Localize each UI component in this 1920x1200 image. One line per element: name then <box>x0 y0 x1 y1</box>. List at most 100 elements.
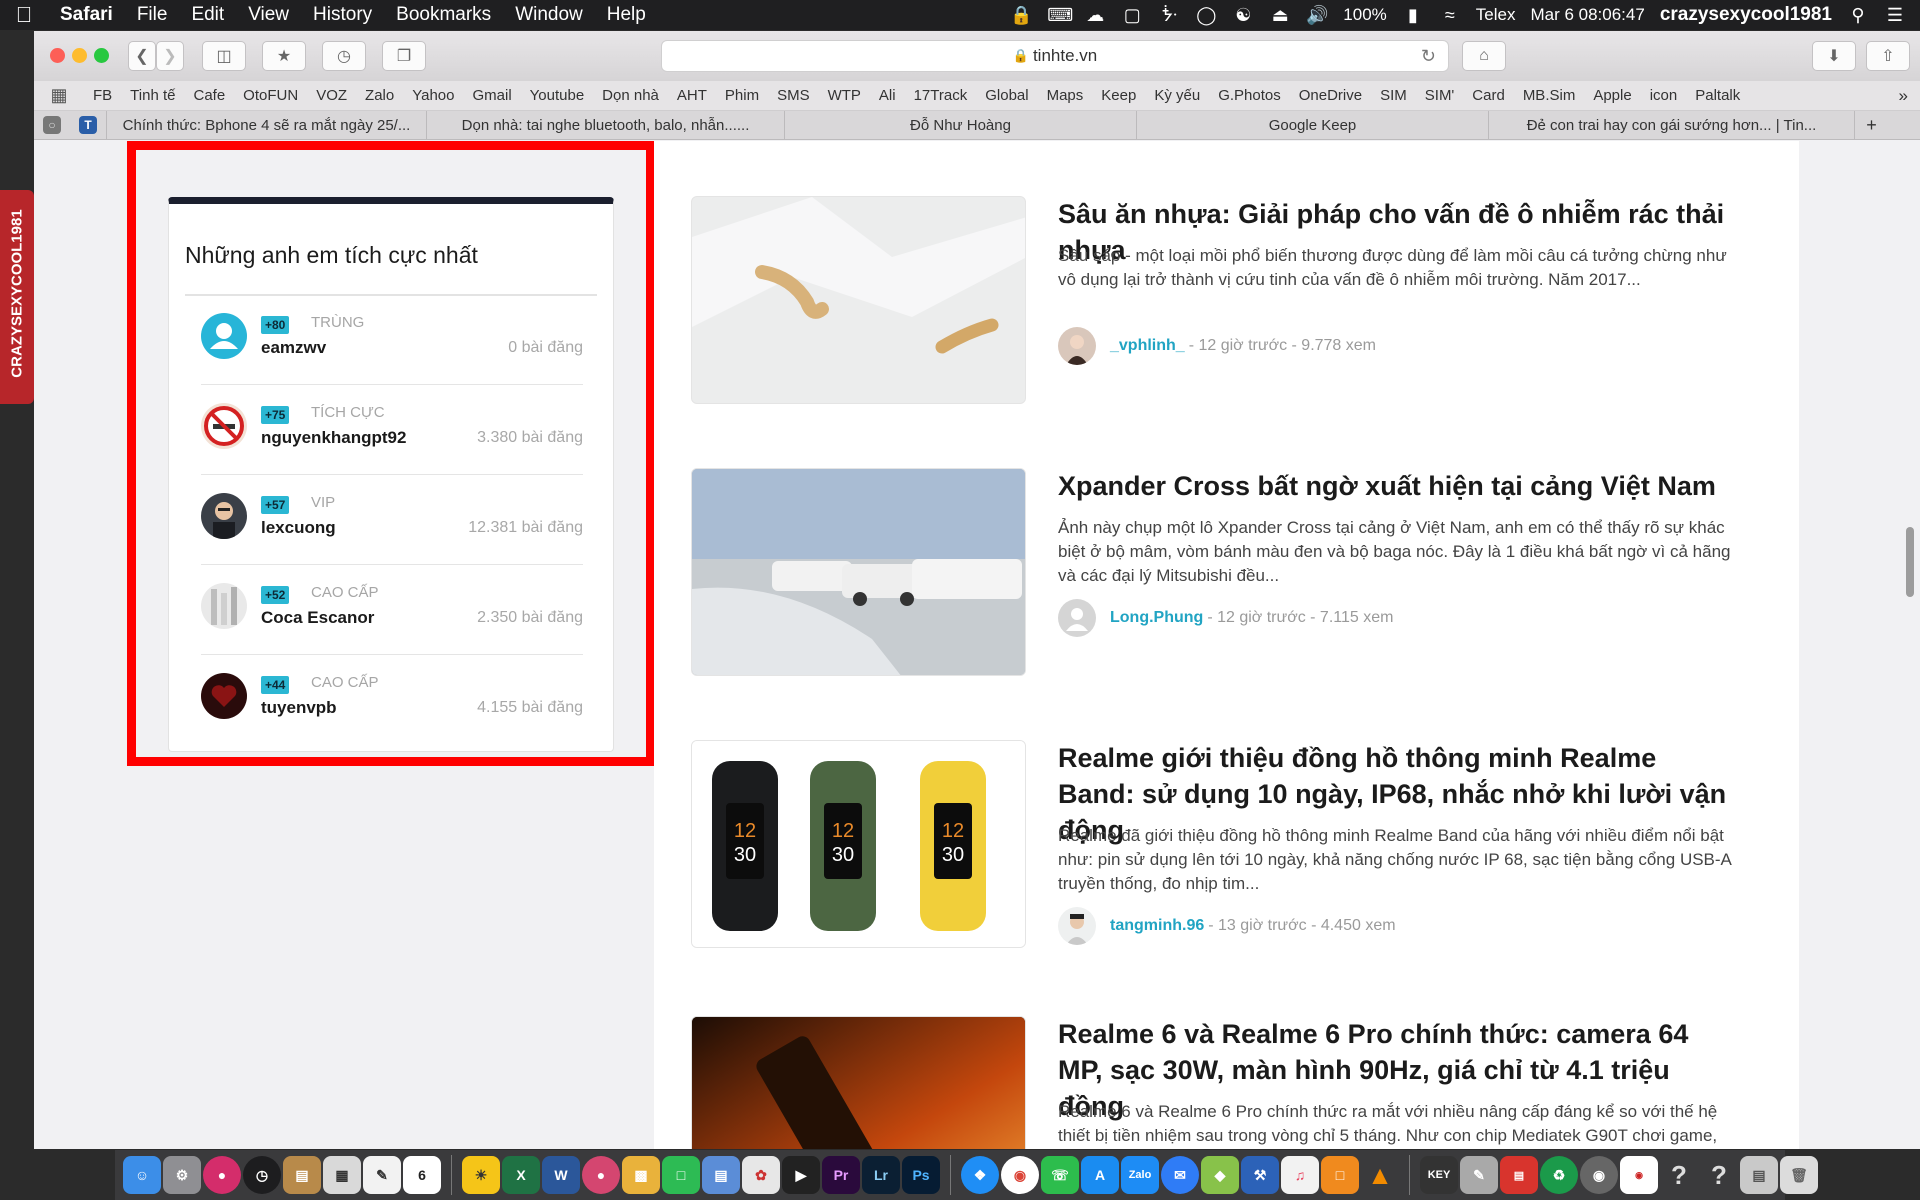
bookmark-item[interactable]: WTP <box>819 87 870 104</box>
app-icon[interactable]: ● <box>203 1156 241 1194</box>
app-icon[interactable]: ♻ <box>1540 1156 1578 1194</box>
address-bar[interactable]: 🔒 tinhte.vn ↻ <box>661 40 1449 72</box>
member-row[interactable]: +44 CAO CẤP tuyenvpb 4.155 bài đăng <box>201 655 583 745</box>
bookmark-item[interactable]: Youtube <box>521 87 594 104</box>
close-window-button[interactable] <box>50 48 65 63</box>
volume-icon[interactable]: 🔊 <box>1306 5 1328 26</box>
appstore-icon[interactable]: A <box>1081 1156 1119 1194</box>
photos-icon[interactable]: ✿ <box>742 1156 780 1194</box>
bookmark-item[interactable]: Keep <box>1092 87 1145 104</box>
cloud-icon[interactable]: ☁ <box>1084 5 1106 26</box>
tab[interactable]: Đỗ Như Hoàng <box>784 110 1136 140</box>
member-name[interactable]: Coca Escanor <box>261 608 374 628</box>
menu-bookmarks[interactable]: Bookmarks <box>384 4 503 26</box>
bookmark-item[interactable]: Yahoo <box>403 87 463 104</box>
author-name[interactable]: tangminh.96 <box>1110 917 1204 935</box>
bookmark-item[interactable]: OneDrive <box>1290 87 1371 104</box>
new-tab-button[interactable]: + <box>1854 110 1888 140</box>
bookmark-item[interactable]: MB.Sim <box>1514 87 1585 104</box>
reload-icon[interactable]: ↻ <box>1421 46 1436 67</box>
app-icon[interactable]: ✎ <box>1460 1156 1498 1194</box>
zalo-icon[interactable]: Zalo <box>1121 1156 1159 1194</box>
article-card[interactable]: 12 30 12 30 12 30 Realme giới thiệu đồng… <box>691 740 1741 960</box>
member-row[interactable]: +75 TÍCH CỰC nguyenkhangpt92 3.380 bài đ… <box>201 385 583 475</box>
bookmark-item[interactable]: Dọn nhà <box>593 87 668 104</box>
excel-icon[interactable]: X <box>502 1156 540 1194</box>
unknown-icon[interactable]: ? <box>1700 1156 1738 1194</box>
menu-file[interactable]: File <box>125 4 180 26</box>
keynote-icon[interactable]: KEY <box>1420 1156 1458 1194</box>
downloads-icon[interactable]: ▤ <box>1740 1156 1778 1194</box>
facetime-icon[interactable]: ☏ <box>1041 1156 1079 1194</box>
author-name[interactable]: Long.Phung <box>1110 609 1203 627</box>
bookmark-item[interactable]: VOZ <box>307 87 356 104</box>
list-icon[interactable]: ☰ <box>1884 5 1906 26</box>
bookmark-item[interactable]: G.Photos <box>1209 87 1290 104</box>
author-avatar[interactable] <box>1058 907 1096 945</box>
android-icon[interactable]: ◆ <box>1201 1156 1239 1194</box>
bookmark-item[interactable]: icon <box>1641 87 1687 104</box>
bookmark-item[interactable]: Zalo <box>356 87 403 104</box>
favorites-button[interactable]: ★ <box>262 41 306 71</box>
avatar[interactable] <box>201 673 247 719</box>
app-icon[interactable]: □ <box>662 1156 700 1194</box>
bookmark-item[interactable]: AHT <box>668 87 716 104</box>
article-card[interactable]: Xpander Cross bất ngờ xuất hiện tại cảng… <box>691 468 1741 688</box>
tab[interactable]: Chính thức: Bphone 4 sẽ ra mắt ngày 25/.… <box>106 110 426 140</box>
pinned-tab[interactable]: T <box>70 111 106 140</box>
calendar-icon[interactable]: 6 <box>403 1156 441 1194</box>
bookmark-item[interactable]: Paltalk <box>1686 87 1749 104</box>
settings-icon[interactable]: ⚙ <box>163 1156 201 1194</box>
lightroom-icon[interactable]: Lr <box>862 1156 900 1194</box>
forward-button[interactable]: ❯ <box>156 41 184 71</box>
vlc-icon[interactable]: ▲ <box>1361 1156 1399 1194</box>
notes-icon[interactable]: ▤ <box>283 1156 321 1194</box>
back-button[interactable]: ❮ <box>128 41 156 71</box>
downloads-button[interactable]: ⬇ <box>1812 41 1856 71</box>
avatar[interactable] <box>201 493 247 539</box>
tab[interactable]: Đẻ con trai hay con gái sướng hơn... | T… <box>1488 110 1854 140</box>
grid-icon[interactable]: ▦ <box>34 85 84 106</box>
app-icon[interactable]: ▤ <box>702 1156 740 1194</box>
home-button[interactable]: ⌂ <box>1462 41 1506 71</box>
screen-icon[interactable]: ▢ <box>1121 5 1143 26</box>
bookmark-item[interactable]: Gmail <box>463 87 520 104</box>
avatar[interactable] <box>201 313 247 359</box>
author-avatar[interactable] <box>1058 599 1096 637</box>
share-button[interactable]: ⇧ <box>1866 41 1910 71</box>
minimize-window-button[interactable] <box>72 48 87 63</box>
bookmark-item[interactable]: 17Track <box>905 87 977 104</box>
article-card[interactable]: Realme 6 và Realme 6 Pro chính thức: cam… <box>691 1016 1741 1149</box>
eject-icon[interactable]: ⏏ <box>1269 5 1291 26</box>
bookmark-item[interactable]: Apple <box>1584 87 1640 104</box>
article-thumbnail[interactable] <box>691 196 1026 404</box>
bookmark-item[interactable]: OtoFUN <box>234 87 307 104</box>
sidebar-button[interactable]: ◫ <box>202 41 246 71</box>
menu-window[interactable]: Window <box>503 4 595 26</box>
member-row[interactable]: +52 CAO CẤP Coca Escanor 2.350 bài đăng <box>201 565 583 655</box>
music-icon[interactable]: ♫ <box>1281 1156 1319 1194</box>
tab[interactable]: Dọn nhà: tai nghe bluetooth, balo, nhẫn.… <box>426 110 784 140</box>
zoom-window-button[interactable] <box>94 48 109 63</box>
bluetooth-icon[interactable]: ᙽ <box>1158 5 1180 26</box>
article-card[interactable]: Sâu ăn nhựa: Giải pháp cho vấn đề ô nhiễ… <box>691 196 1741 416</box>
trash-icon[interactable]: 🗑 <box>1780 1156 1818 1194</box>
messages-icon[interactable]: ✉ <box>1161 1156 1199 1194</box>
member-row[interactable]: +57 VIP lexcuong 12.381 bài đăng <box>201 475 583 565</box>
user-name[interactable]: crazysexycool1981 <box>1660 4 1832 26</box>
tab[interactable]: Google Keep <box>1136 110 1488 140</box>
bookmark-item[interactable]: FB <box>84 87 121 104</box>
preview-icon[interactable]: ▦ <box>323 1156 361 1194</box>
member-row[interactable]: +80 TRÙNG eamzwv 0 bài đăng <box>201 295 583 385</box>
bookmark-item[interactable]: Ali <box>870 87 905 104</box>
pdf-icon[interactable]: ▤ <box>1500 1156 1538 1194</box>
photoshop-icon[interactable]: Ps <box>902 1156 940 1194</box>
article-thumbnail[interactable]: 12 30 12 30 12 30 <box>691 740 1026 948</box>
app-icon[interactable]: ● <box>582 1156 620 1194</box>
article-title[interactable]: Xpander Cross bất ngờ xuất hiện tại cảng… <box>1058 468 1738 504</box>
bookmark-item[interactable]: Tinh tế <box>121 87 184 104</box>
bookmark-item[interactable]: SMS <box>768 87 819 104</box>
keyboard-icon[interactable]: ⌨ <box>1047 5 1073 26</box>
lock-icon[interactable]: 🔒 <box>1010 5 1032 26</box>
member-name[interactable]: nguyenkhangpt92 <box>261 428 406 448</box>
